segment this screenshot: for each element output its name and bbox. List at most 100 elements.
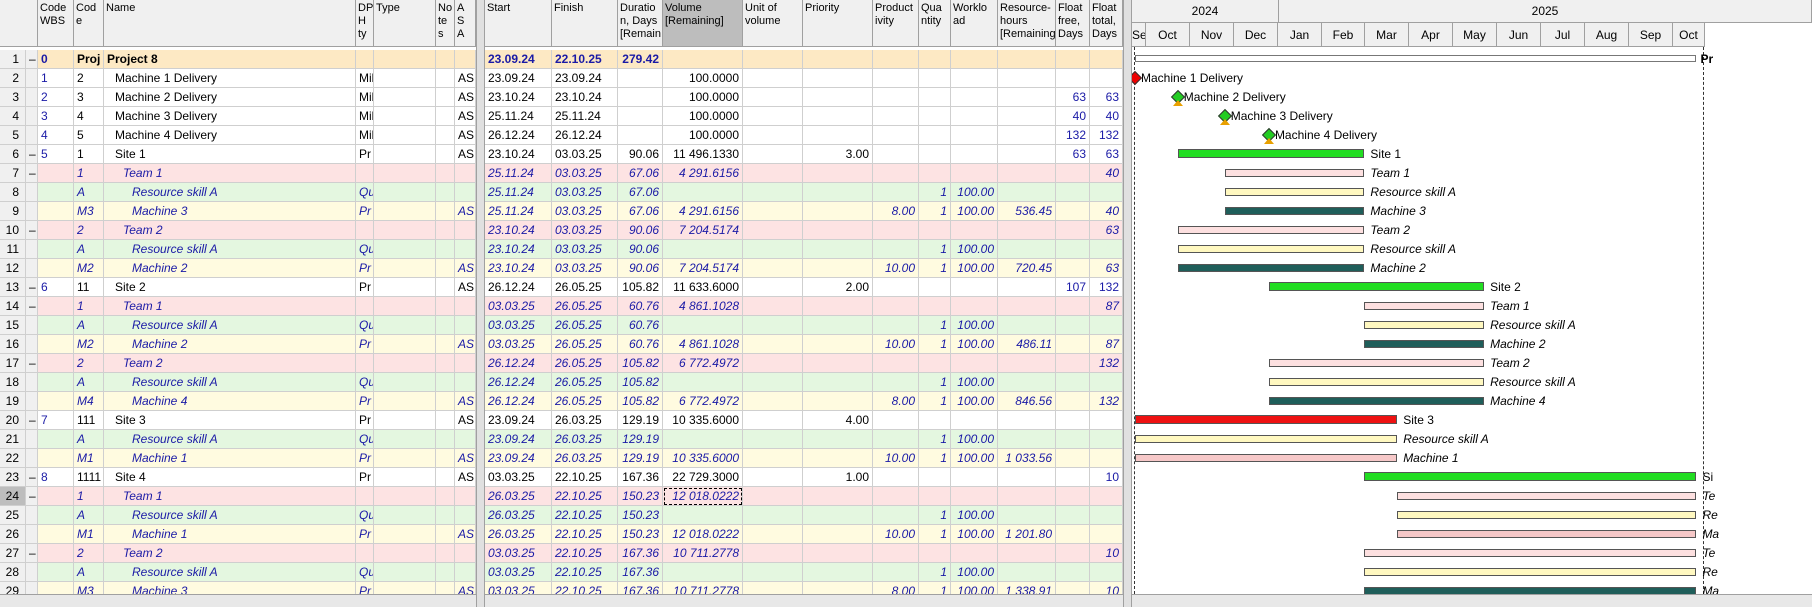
cell-ffree[interactable] [1056,563,1090,582]
cell-ftot[interactable] [1090,525,1123,544]
cell-dur[interactable]: 90.06 [618,221,663,240]
collapse-toggle[interactable]: – [26,487,38,506]
cell-type[interactable] [374,183,436,202]
cell-work[interactable] [951,164,998,183]
cell-name[interactable]: Team 2 [104,544,356,563]
cell-work[interactable] [951,69,998,88]
cell-prio[interactable] [803,107,873,126]
cell-dur[interactable]: 129.19 [618,411,663,430]
cell-prod[interactable] [873,221,919,240]
cell-ftot[interactable] [1090,240,1123,259]
cell-dur[interactable]: 105.82 [618,354,663,373]
cell-dur[interactable]: 167.36 [618,544,663,563]
cell-type[interactable] [374,468,436,487]
cell-wbs[interactable] [38,335,74,354]
cell-type[interactable] [374,354,436,373]
cell-as[interactable] [455,487,476,506]
cell-code[interactable]: A [74,506,104,525]
cell-unit[interactable] [743,335,803,354]
cell-as[interactable] [455,563,476,582]
cell-notes[interactable] [436,278,455,297]
cell-dur[interactable]: 67.06 [618,183,663,202]
cell-start[interactable]: 03.03.25 [485,468,552,487]
cell-qty[interactable] [919,354,951,373]
cell-dur[interactable]: 67.06 [618,164,663,183]
cell-work[interactable] [951,50,998,69]
cell-dur[interactable]: 150.23 [618,506,663,525]
cell-ffree[interactable] [1056,506,1090,525]
cell-dp[interactable]: Mil [356,107,374,126]
cell-type[interactable] [374,525,436,544]
cell-unit[interactable] [743,392,803,411]
cell-finish[interactable]: 25.11.24 [552,107,618,126]
cell-finish[interactable]: 22.10.25 [552,563,618,582]
collapse-toggle[interactable]: – [26,164,38,183]
gantt-bar[interactable] [1364,549,1697,557]
cell-code[interactable]: 2 [74,354,104,373]
cell-start[interactable]: 26.12.24 [485,392,552,411]
row-number[interactable]: 3 [0,88,26,107]
cell-code[interactable]: A [74,316,104,335]
cell-ffree[interactable] [1056,69,1090,88]
cell-name[interactable]: Team 1 [104,487,356,506]
cell-unit[interactable] [743,544,803,563]
row-number[interactable]: 21 [0,430,26,449]
cell-notes[interactable] [436,563,455,582]
cell-finish[interactable]: 03.03.25 [552,259,618,278]
cell-name[interactable]: Project 8 [104,50,356,69]
cell-qty[interactable]: 1 [919,563,951,582]
cell-wbs[interactable] [38,544,74,563]
cell-prod[interactable] [873,506,919,525]
cell-wbs[interactable] [38,354,74,373]
cell-vol[interactable]: 11 633.6000 [663,278,743,297]
cell-start[interactable]: 23.09.24 [485,430,552,449]
cell-name[interactable]: Machine 2 [104,259,356,278]
cell-ftot[interactable]: 10 [1090,468,1123,487]
cell-start[interactable]: 26.03.25 [485,525,552,544]
cell-res[interactable] [998,164,1056,183]
cell-vol[interactable]: 10 335.6000 [663,449,743,468]
cell-vol[interactable]: 11 496.1330 [663,145,743,164]
cell-dur[interactable]: 90.06 [618,145,663,164]
collapse-toggle[interactable]: – [26,468,38,487]
cell-notes[interactable] [436,468,455,487]
cell-prio[interactable] [803,506,873,525]
cell-vol[interactable]: 4 291.6156 [663,164,743,183]
cell-name[interactable]: Site 2 [104,278,356,297]
cell-as[interactable]: AS [455,392,476,411]
cell-vol[interactable] [663,183,743,202]
cell-prio[interactable] [803,430,873,449]
cell-work[interactable] [951,107,998,126]
cell-name[interactable]: Resource skill A [104,183,356,202]
cell-type[interactable] [374,202,436,221]
cell-as[interactable] [455,354,476,373]
gantt-bar[interactable] [1135,454,1398,462]
row-number[interactable]: 29 [0,582,26,594]
cell-ffree[interactable] [1056,373,1090,392]
row-number[interactable]: 28 [0,563,26,582]
cell-code[interactable]: 1111 [74,468,104,487]
column-header-as[interactable]: A S A [455,0,476,47]
column-header-finish[interactable]: Finish [552,0,618,47]
cell-unit[interactable] [743,221,803,240]
cell-dur[interactable] [618,69,663,88]
cell-code[interactable]: 11 [74,278,104,297]
cell-wbs[interactable] [38,392,74,411]
cell-ffree[interactable]: 132 [1056,126,1090,145]
column-header-name[interactable]: Name [104,0,356,47]
column-header-ftot[interactable]: Float total, Days [1090,0,1123,47]
cell-work[interactable] [951,221,998,240]
row-number[interactable]: 2 [0,69,26,88]
cell-code[interactable]: 1 [74,164,104,183]
cell-name[interactable]: Resource skill A [104,373,356,392]
cell-vol[interactable] [663,506,743,525]
cell-ftot[interactable]: 132 [1090,392,1123,411]
cell-unit[interactable] [743,240,803,259]
cell-prod[interactable]: 8.00 [873,392,919,411]
cell-name[interactable]: Machine 3 [104,582,356,594]
cell-as[interactable] [455,430,476,449]
cell-code[interactable]: 5 [74,126,104,145]
cell-res[interactable] [998,240,1056,259]
cell-res[interactable] [998,69,1056,88]
cell-prod[interactable] [873,487,919,506]
